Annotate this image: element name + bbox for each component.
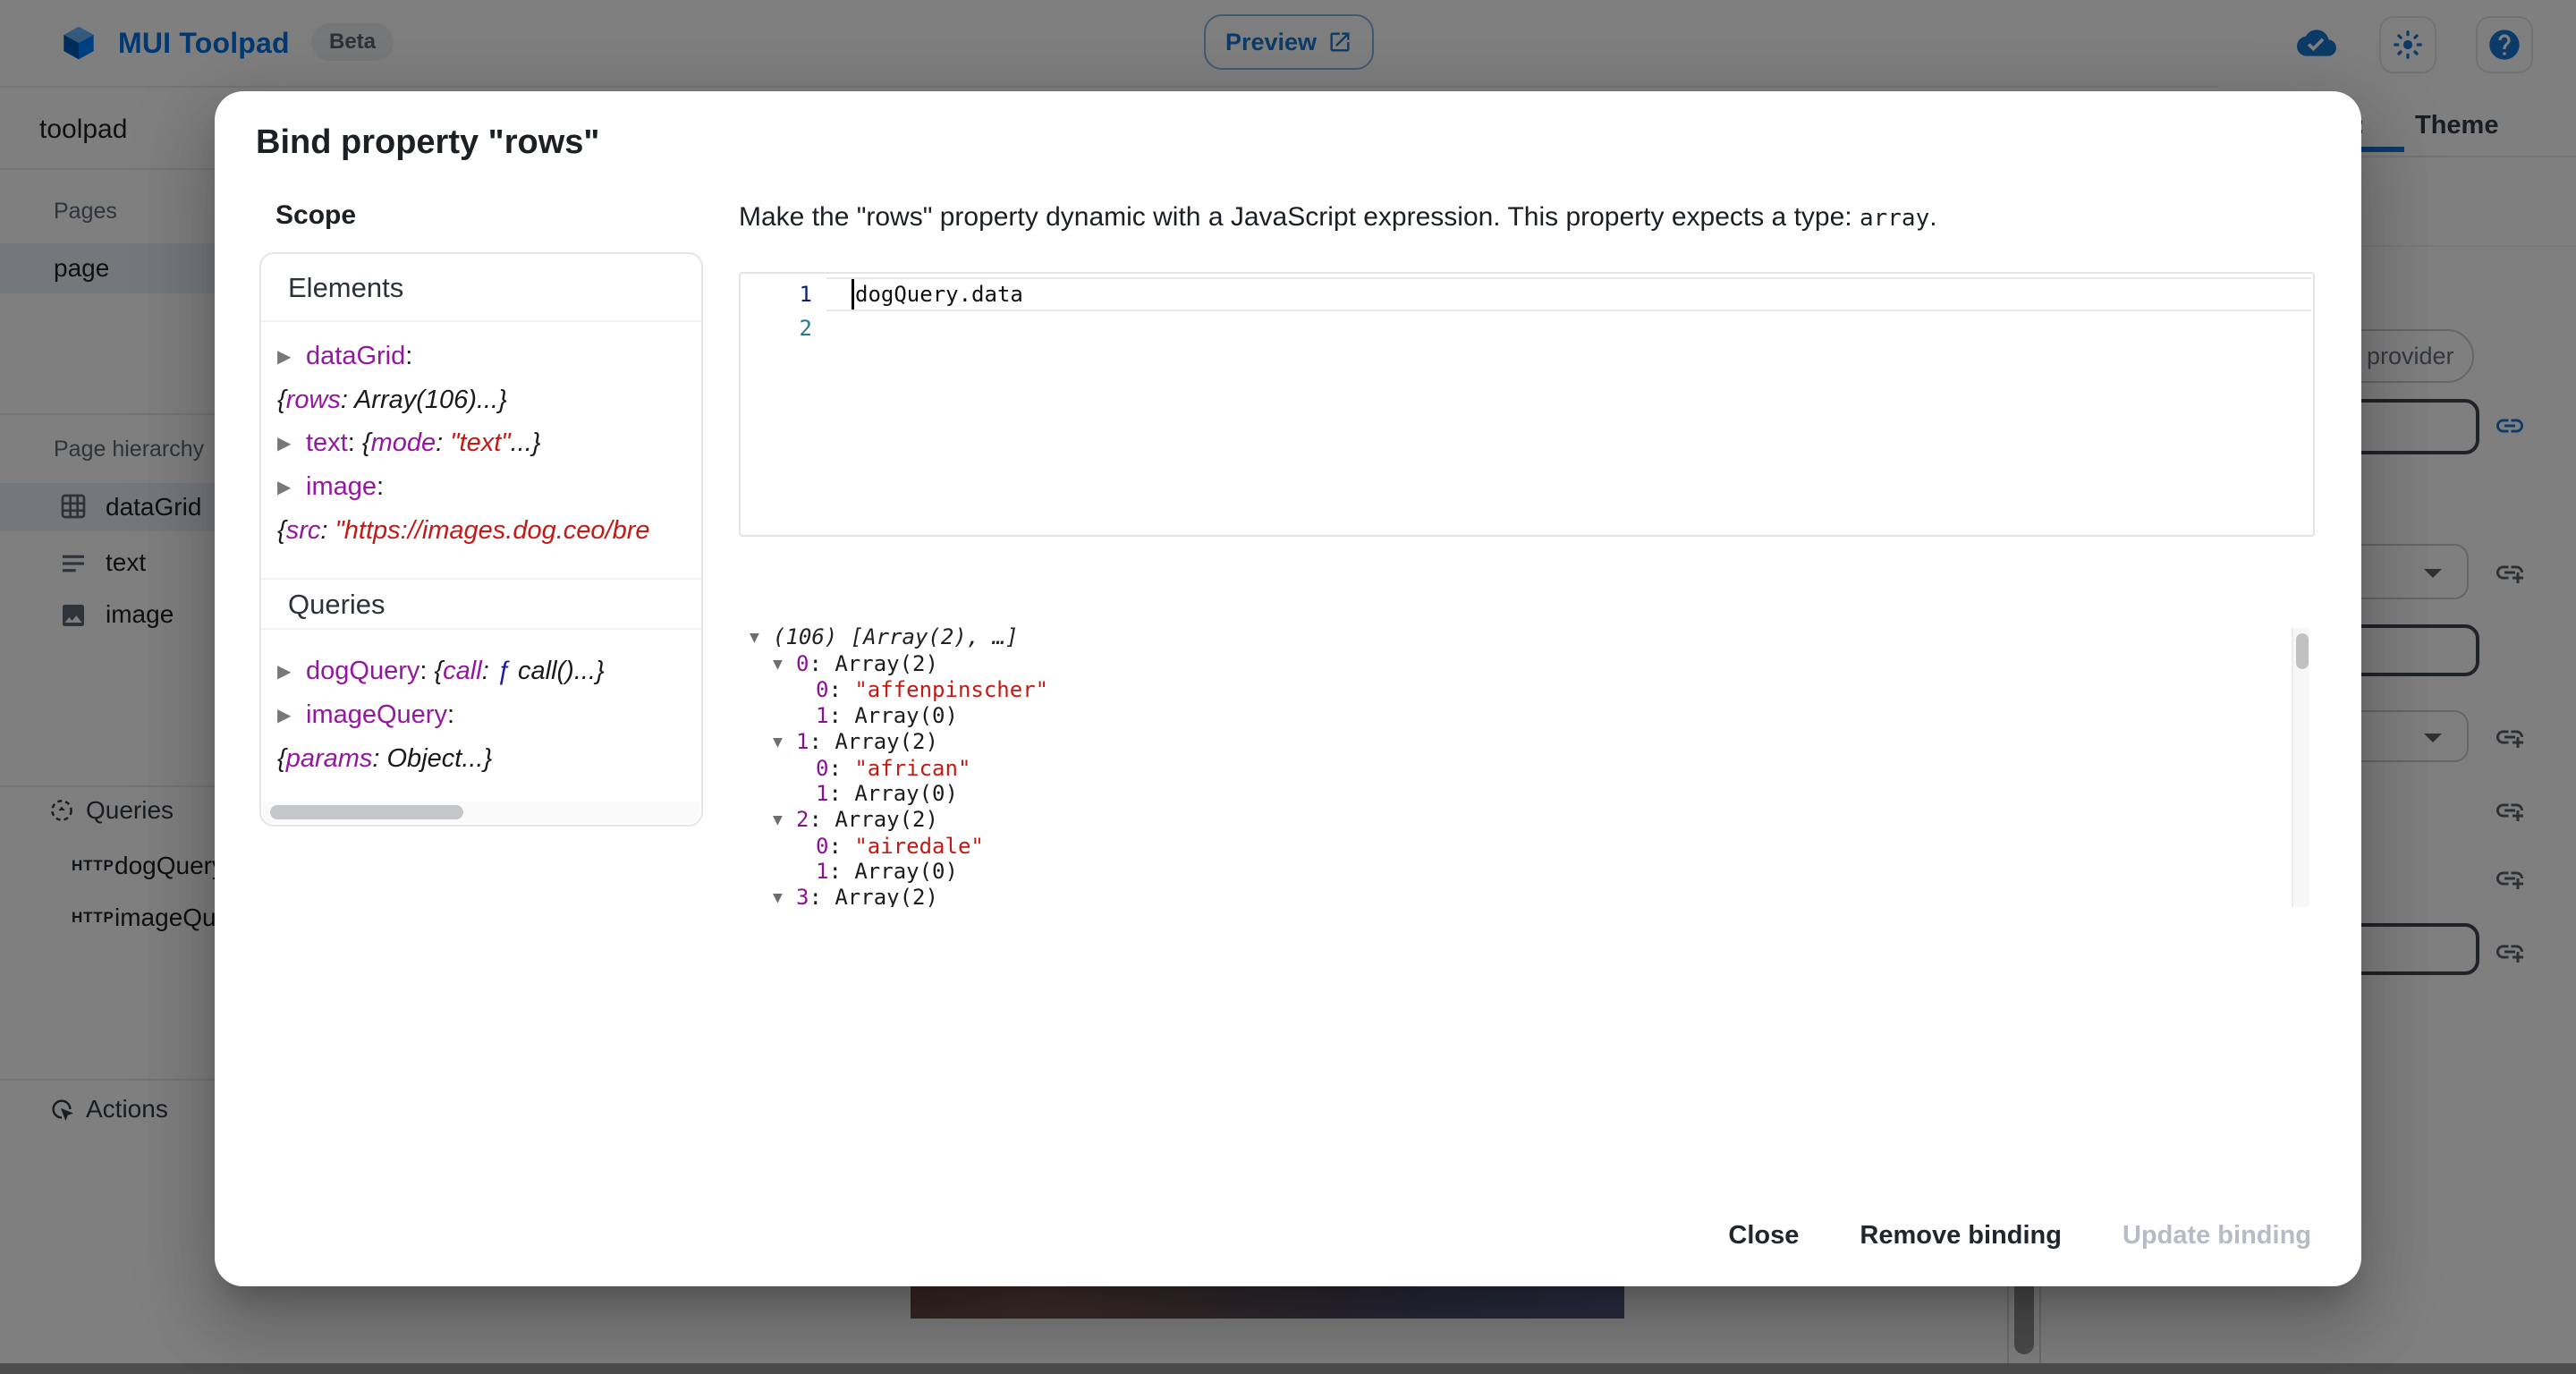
dialog-description: Make the "rows" property dynamic with a … [739,202,1937,233]
editor-line-number: 2 [741,311,812,345]
dialog-title: Bind property "rows" [256,123,599,162]
tree-node-preview: {rows: Array(106)...} [277,378,701,421]
queries-section-header: Queries [261,578,701,630]
editor-text-cursor [852,279,854,310]
js-expression-editor[interactable]: 1 2 dogQuery.data [739,272,2315,537]
tree-node: 0: "affenpinscher" [739,677,2315,703]
dialog-footer: Close Remove binding Update binding [1685,1207,2329,1265]
tree-node[interactable]: ▶text: {mode: "text"...} [277,421,701,465]
result-scrollbar-thumb[interactable] [2296,633,2309,669]
queries-tree: ▶dogQuery: {call: ƒ call()...} ▶imageQue… [261,630,701,778]
editor-active-line [826,277,2311,311]
tree-node[interactable]: ▼3: Array(2) [739,885,2315,907]
tree-node[interactable]: ▼2: Array(2) [739,807,2315,834]
update-binding-button[interactable]: Update binding [2105,1207,2329,1265]
scope-explorer: Elements ▶dataGrid: {rows: Array(106)...… [259,252,703,827]
tree-node: 1: Array(0) [739,703,2315,729]
expected-type: array [1860,205,1929,232]
tree-node: 1: Array(0) [739,781,2315,807]
tree-node[interactable]: ▶image: [277,465,701,509]
tree-node[interactable]: ▼(106) [Array(2), …] [739,624,2315,651]
bind-property-dialog: Bind property "rows" Scope Elements ▶dat… [215,91,2361,1286]
tree-node[interactable]: ▶imageQuery: [277,693,701,737]
app-viewport: MUI Toolpad Beta Preview [0,0,2576,1374]
tree-node: 0: "airedale" [739,834,2315,860]
tree-node-preview: {params: Object...} [277,737,701,780]
editor-code-line: dogQuery.data [855,277,1023,311]
tree-node: 0: "african" [739,756,2315,782]
tree-node[interactable]: ▶dogQuery: {call: ƒ call()...} [277,649,701,693]
editor-line-number: 1 [741,277,812,311]
close-button[interactable]: Close [1710,1207,1817,1265]
result-scrollbar-track [2292,628,2309,907]
tree-node[interactable]: ▼1: Array(2) [739,729,2315,756]
tree-node-preview: {src: "https://images.dog.ceo/bre [277,509,701,552]
remove-binding-button[interactable]: Remove binding [1842,1207,2080,1265]
tree-node[interactable]: ▼0: Array(2) [739,651,2315,678]
elements-tree: ▶dataGrid: {rows: Array(106)...} ▶text: … [261,322,701,578]
elements-section-header: Elements [261,254,701,322]
tree-node[interactable]: ▶dataGrid: [277,335,701,378]
expression-result-tree: ▼(106) [Array(2), …] ▼0: Array(2) 0: "af… [739,624,2315,907]
tree-node: 1: Array(0) [739,859,2315,885]
scope-hscrollbar-thumb[interactable] [270,805,463,819]
scope-label: Scope [275,200,356,231]
